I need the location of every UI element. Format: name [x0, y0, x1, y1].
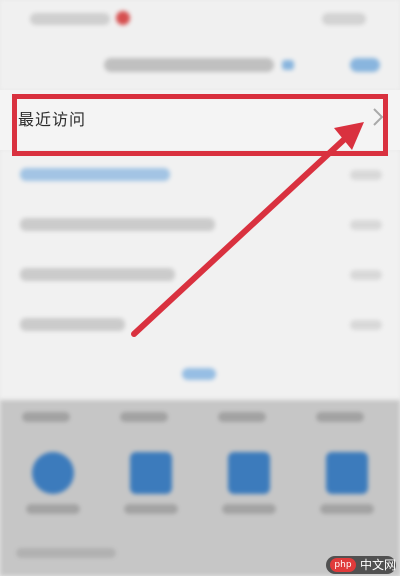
panel-tab[interactable]: [316, 412, 364, 422]
image-icon[interactable]: [326, 452, 368, 494]
share-option-label: [124, 504, 178, 514]
app-screen: 最近访问 php 中文网: [0, 0, 400, 576]
list-item-meta: [350, 220, 382, 230]
header-bar: [0, 40, 400, 90]
panel-tab[interactable]: [218, 412, 266, 422]
list-item-meta: [350, 320, 382, 330]
share-app-icon[interactable]: [32, 452, 74, 494]
list-item[interactable]: [0, 250, 400, 298]
watermark-logo: php: [330, 558, 356, 572]
list-item-meta: [350, 170, 382, 180]
panel-tab[interactable]: [120, 412, 168, 422]
header-action-link[interactable]: [350, 58, 380, 72]
list-item-title: [20, 218, 215, 231]
list-item-title: [20, 268, 175, 281]
header-dropdown-icon[interactable]: [282, 60, 294, 70]
share-option-label: [320, 504, 374, 514]
list-item-title: [20, 168, 170, 181]
share-option-label: [26, 504, 80, 514]
list-item[interactable]: [0, 200, 400, 248]
watermark: php 中文网: [326, 556, 396, 574]
document-icon[interactable]: [130, 452, 172, 494]
notification-dot: [116, 11, 130, 25]
share-option-label: [222, 504, 276, 514]
content-list: [0, 150, 400, 400]
battery-indicator: [322, 13, 366, 25]
bottom-share-panel: [0, 400, 400, 576]
panel-footer-text: [16, 548, 116, 558]
status-bar-info: [30, 13, 110, 25]
header-title[interactable]: [104, 58, 274, 72]
status-bar: [0, 0, 400, 40]
view-more-link[interactable]: [182, 368, 216, 380]
list-item-title: [20, 318, 125, 331]
highlight-box: [12, 94, 388, 156]
watermark-text: 中文网: [360, 558, 397, 572]
list-item-meta: [350, 270, 382, 280]
list-item[interactable]: [0, 300, 400, 348]
list-item[interactable]: [0, 150, 400, 198]
panel-tab[interactable]: [22, 412, 70, 422]
video-icon[interactable]: [228, 452, 270, 494]
